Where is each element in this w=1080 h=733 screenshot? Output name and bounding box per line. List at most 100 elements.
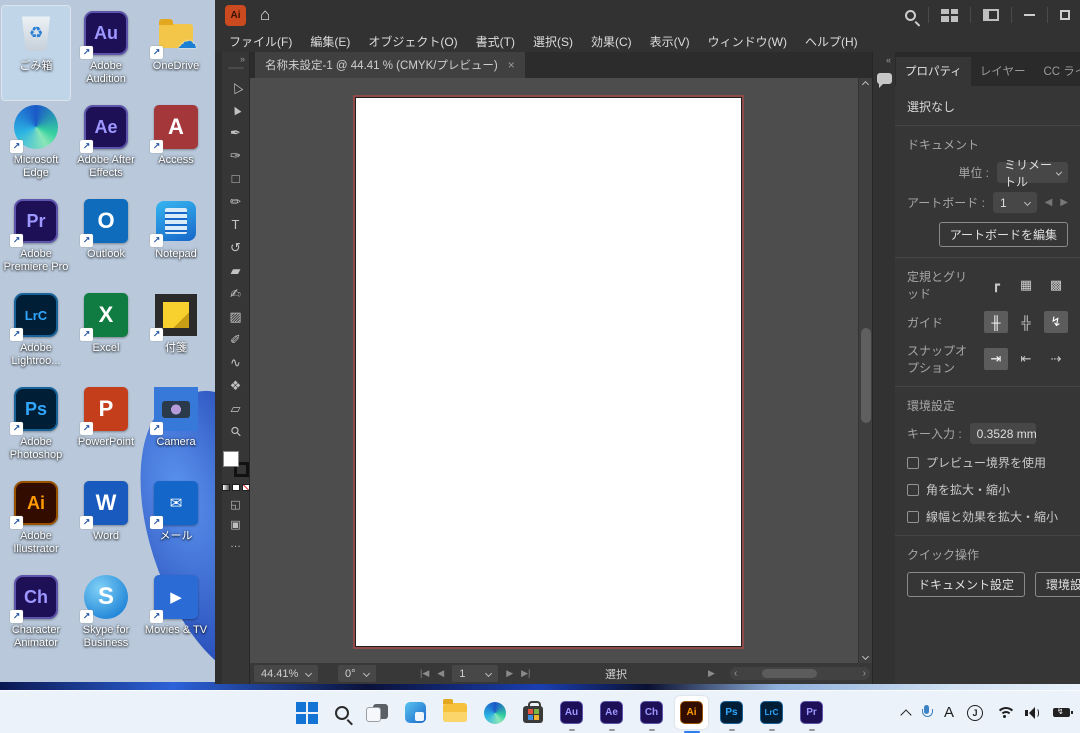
search-icon[interactable] bbox=[905, 10, 916, 21]
snap-to-grid-icon[interactable]: ⇤ bbox=[1014, 348, 1038, 370]
first-artboard-button[interactable]: |◀ bbox=[420, 668, 429, 679]
desktop-icon-excel[interactable]: X Excel bbox=[72, 288, 140, 382]
taskbar-app-premiere[interactable]: Pr bbox=[800, 701, 823, 724]
snap-to-point-icon[interactable]: ⇥ bbox=[984, 348, 1008, 370]
rotate-tool[interactable]: ↺ bbox=[224, 236, 248, 259]
symbol-sprayer-tool[interactable]: ❖ bbox=[224, 374, 248, 397]
checkbox-unchecked-icon[interactable] bbox=[907, 511, 919, 523]
desktop-icon-character-animator[interactable]: Ch Character Animator bbox=[2, 570, 70, 664]
grid-toggle-icon[interactable]: ▦ bbox=[1014, 274, 1038, 296]
minimize-button[interactable] bbox=[1024, 14, 1035, 16]
horizontal-scrollbar[interactable]: ‹ › bbox=[730, 667, 870, 680]
taskbar-app-audition[interactable]: Au bbox=[560, 701, 583, 724]
menu-view[interactable]: 表示(V) bbox=[650, 33, 690, 50]
file-explorer-icon[interactable] bbox=[443, 703, 467, 722]
battery-icon[interactable]: ↯ bbox=[1053, 708, 1070, 717]
expand-tools-icon[interactable]: » bbox=[240, 54, 245, 64]
prev-artboard-icon[interactable]: ◀ bbox=[1045, 197, 1053, 208]
preferences-button[interactable]: 環境設定 bbox=[1035, 572, 1080, 597]
widgets-icon[interactable] bbox=[405, 702, 426, 723]
close-tab-icon[interactable]: × bbox=[508, 58, 515, 72]
document-setup-button[interactable]: ドキュメント設定 bbox=[907, 572, 1025, 597]
scroll-left-icon[interactable]: ‹ bbox=[734, 668, 737, 679]
desktop-icon-movies-tv[interactable]: ▶ Movies & TV bbox=[142, 570, 210, 664]
hidden-icons-chevron[interactable] bbox=[900, 709, 911, 720]
gradient-chip[interactable] bbox=[222, 484, 230, 491]
workspace-switcher-icon[interactable] bbox=[941, 9, 958, 22]
rotation-select[interactable]: 0° bbox=[338, 665, 376, 682]
key-input-field[interactable]: 0.3528 mm bbox=[970, 423, 1036, 444]
comment-bubble-icon[interactable] bbox=[877, 73, 892, 84]
hand-tool[interactable]: ✍ bbox=[224, 282, 248, 305]
desktop-icon-lightroom[interactable]: LrC Adobe Lightroo... bbox=[2, 288, 70, 382]
desktop-icon-adobe-audition[interactable]: Au Adobe Audition bbox=[72, 6, 140, 100]
taskbar-search-icon[interactable] bbox=[335, 706, 349, 720]
ime-mode-indicator[interactable]: A bbox=[944, 704, 954, 721]
curvature-tool[interactable]: ✑ bbox=[224, 144, 248, 167]
draw-mode-icon[interactable]: ◱ bbox=[224, 494, 248, 514]
canvas-area[interactable] bbox=[250, 78, 872, 663]
scroll-up-icon[interactable] bbox=[862, 81, 869, 88]
edge-taskbar-icon[interactable] bbox=[484, 702, 506, 724]
home-icon[interactable]: ⌂ bbox=[260, 5, 270, 25]
desktop-icon-edge[interactable]: Microsoft Edge bbox=[2, 100, 70, 194]
preview-bounds-checkbox-row[interactable]: プレビュー境界を使用 bbox=[907, 454, 1068, 471]
next-artboard-icon[interactable]: ▶ bbox=[1060, 197, 1068, 208]
desktop-icon-premiere-pro[interactable]: Pr Adobe Premiere Pro bbox=[2, 194, 70, 288]
circled-letter-tray-icon[interactable]: J bbox=[967, 705, 983, 721]
pen-tool[interactable]: ✒ bbox=[224, 121, 248, 144]
desktop-icon-camera[interactable]: Camera bbox=[142, 382, 210, 476]
rectangle-tool[interactable]: □ bbox=[224, 167, 248, 190]
arrange-documents-icon[interactable] bbox=[983, 9, 999, 21]
volume-icon[interactable] bbox=[1025, 707, 1040, 719]
desktop-icon-notepad[interactable]: Notepad bbox=[142, 194, 210, 288]
eyedropper-tool[interactable]: ✐ bbox=[224, 328, 248, 351]
taskbar-app-lightroom[interactable]: LrC bbox=[760, 701, 783, 724]
checkbox-unchecked-icon[interactable] bbox=[907, 484, 919, 496]
wifi-icon[interactable] bbox=[996, 707, 1012, 719]
color-chip[interactable] bbox=[232, 484, 240, 491]
desktop-icon-after-effects[interactable]: Ae Adobe After Effects bbox=[72, 100, 140, 194]
artboard-select[interactable]: 1 bbox=[993, 192, 1037, 213]
desktop-icon-mail[interactable]: ✉ メール bbox=[142, 476, 210, 570]
scale-strokes-effects-checkbox-row[interactable]: 線幅と効果を拡大・縮小 bbox=[907, 508, 1068, 525]
menu-edit[interactable]: 編集(E) bbox=[310, 33, 350, 50]
artboard[interactable] bbox=[355, 97, 742, 647]
tab-properties[interactable]: プロパティ bbox=[896, 57, 971, 86]
menu-type[interactable]: 書式(T) bbox=[476, 33, 515, 50]
collapse-panels-icon[interactable]: « bbox=[873, 52, 895, 65]
desktop-icon-skype[interactable]: S Skype for Business bbox=[72, 570, 140, 664]
checkbox-unchecked-icon[interactable] bbox=[907, 457, 919, 469]
taskbar-app-character-animator[interactable]: Ch bbox=[640, 701, 663, 724]
paintbrush-tool[interactable]: ✏ bbox=[224, 190, 248, 213]
desktop-icon-onedrive[interactable]: OneDrive bbox=[142, 6, 210, 100]
transparency-grid-toggle-icon[interactable]: ▩ bbox=[1044, 274, 1068, 296]
lock-guides-icon[interactable]: ╬ bbox=[1014, 311, 1038, 333]
menu-effect[interactable]: 効果(C) bbox=[591, 33, 632, 50]
edit-artboard-button[interactable]: アートボードを編集 bbox=[939, 222, 1068, 247]
prev-artboard-button[interactable]: ◀ bbox=[437, 668, 444, 679]
desktop-icon-outlook[interactable]: O Outlook bbox=[72, 194, 140, 288]
taskbar-app-photoshop[interactable]: Ps bbox=[720, 701, 743, 724]
maximize-button[interactable] bbox=[1060, 10, 1070, 20]
unit-select[interactable]: ミリメートル bbox=[997, 162, 1068, 183]
fill-swatch[interactable] bbox=[223, 451, 239, 467]
menu-select[interactable]: 選択(S) bbox=[533, 33, 573, 50]
status-play-icon[interactable]: ▶ bbox=[708, 665, 715, 682]
last-artboard-button[interactable]: ▶| bbox=[521, 668, 530, 679]
document-tab[interactable]: 名称未設定-1 @ 44.41 % (CMYK/プレビュー) × bbox=[255, 52, 525, 78]
vertical-scrollbar[interactable] bbox=[858, 78, 872, 663]
menu-object[interactable]: オブジェクト(O) bbox=[368, 33, 457, 50]
desktop-icon-sticky-notes[interactable]: 付箋 bbox=[142, 288, 210, 382]
vertical-scroll-thumb[interactable] bbox=[861, 328, 871, 423]
microsoft-store-icon[interactable] bbox=[523, 706, 543, 723]
fill-stroke-control[interactable] bbox=[223, 451, 249, 477]
tab-cc-libraries[interactable]: CC ライブラリ bbox=[1034, 57, 1080, 86]
tab-layers[interactable]: レイヤー bbox=[971, 57, 1035, 86]
desktop-icon-recycle-bin[interactable]: ごみ箱 bbox=[2, 6, 70, 100]
menu-window[interactable]: ウィンドウ(W) bbox=[708, 33, 787, 50]
horizontal-scroll-thumb[interactable] bbox=[762, 669, 817, 678]
taskbar-app-after-effects[interactable]: Ae bbox=[600, 701, 623, 724]
taskbar-app-illustrator-active[interactable]: Ai bbox=[675, 696, 708, 729]
ruler-toggle-icon[interactable]: ┏ bbox=[984, 274, 1008, 296]
